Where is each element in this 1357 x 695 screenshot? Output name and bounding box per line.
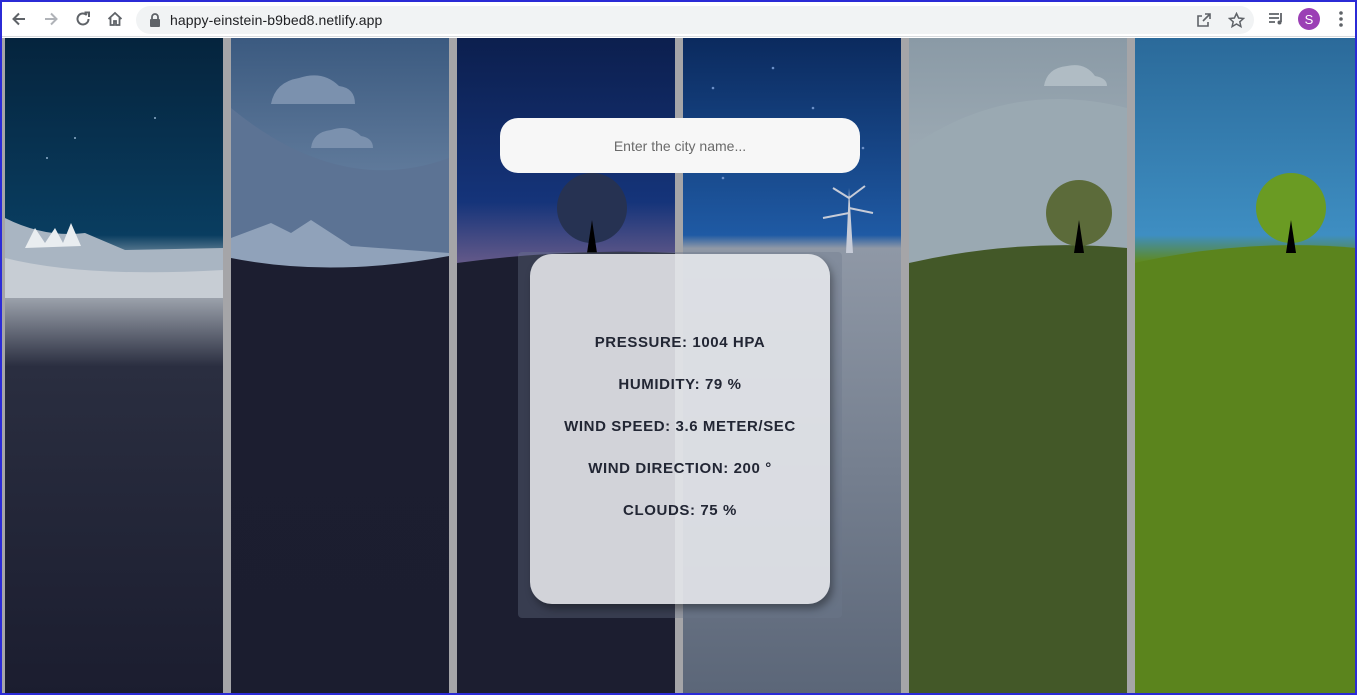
browser-toolbar: happy-einstein-b9bed8.netlify.app S bbox=[2, 2, 1355, 37]
open-in-app-icon bbox=[1197, 13, 1211, 27]
background-panel-cloudy-dusk bbox=[231, 38, 449, 693]
lock-icon bbox=[150, 13, 160, 27]
open-in-app-button[interactable] bbox=[1194, 10, 1214, 30]
wind-speed-value: WIND SPEED: 3.6 METER/SEC bbox=[564, 418, 796, 435]
pressure-value: PRESSURE: 1004 HPA bbox=[594, 334, 766, 351]
back-arrow-icon bbox=[12, 12, 25, 26]
background-panel-sunny-day bbox=[1135, 38, 1355, 693]
weather-info-card: PRESSURE: 1004 HPA HUMIDITY: 79 % WIND S… bbox=[530, 254, 830, 604]
city-search-input[interactable] bbox=[500, 118, 860, 173]
address-bar[interactable]: happy-einstein-b9bed8.netlify.app bbox=[136, 6, 1254, 34]
background-panel-night-snow bbox=[5, 38, 223, 693]
wind-direction-value: WIND DIRECTION: 200 ° bbox=[588, 460, 772, 477]
home-icon bbox=[107, 11, 123, 26]
background-panel-overcast-day bbox=[909, 38, 1127, 693]
reload-icon bbox=[76, 11, 90, 26]
forward-button[interactable] bbox=[39, 7, 63, 31]
reload-button[interactable] bbox=[71, 7, 95, 31]
star-icon bbox=[1227, 11, 1245, 28]
home-button[interactable] bbox=[103, 7, 127, 31]
humidity-value: HUMIDITY: 79 % bbox=[618, 376, 742, 393]
menu-button[interactable] bbox=[1329, 7, 1353, 31]
clouds-value: CLOUDS: 75 % bbox=[623, 502, 737, 519]
weather-page: PRESSURE: 1004 HPA HUMIDITY: 79 % WIND S… bbox=[2, 38, 1355, 693]
forward-arrow-icon bbox=[45, 12, 58, 26]
media-queue-icon bbox=[1269, 13, 1282, 25]
url-text: happy-einstein-b9bed8.netlify.app bbox=[170, 12, 383, 28]
back-button[interactable] bbox=[7, 7, 31, 31]
media-queue-button[interactable] bbox=[1264, 7, 1288, 31]
profile-avatar[interactable]: S bbox=[1298, 8, 1320, 30]
bookmark-star-button[interactable] bbox=[1226, 10, 1246, 30]
browser-window: happy-einstein-b9bed8.netlify.app S Ente… bbox=[0, 0, 1357, 695]
more-vert-icon bbox=[1339, 11, 1343, 27]
